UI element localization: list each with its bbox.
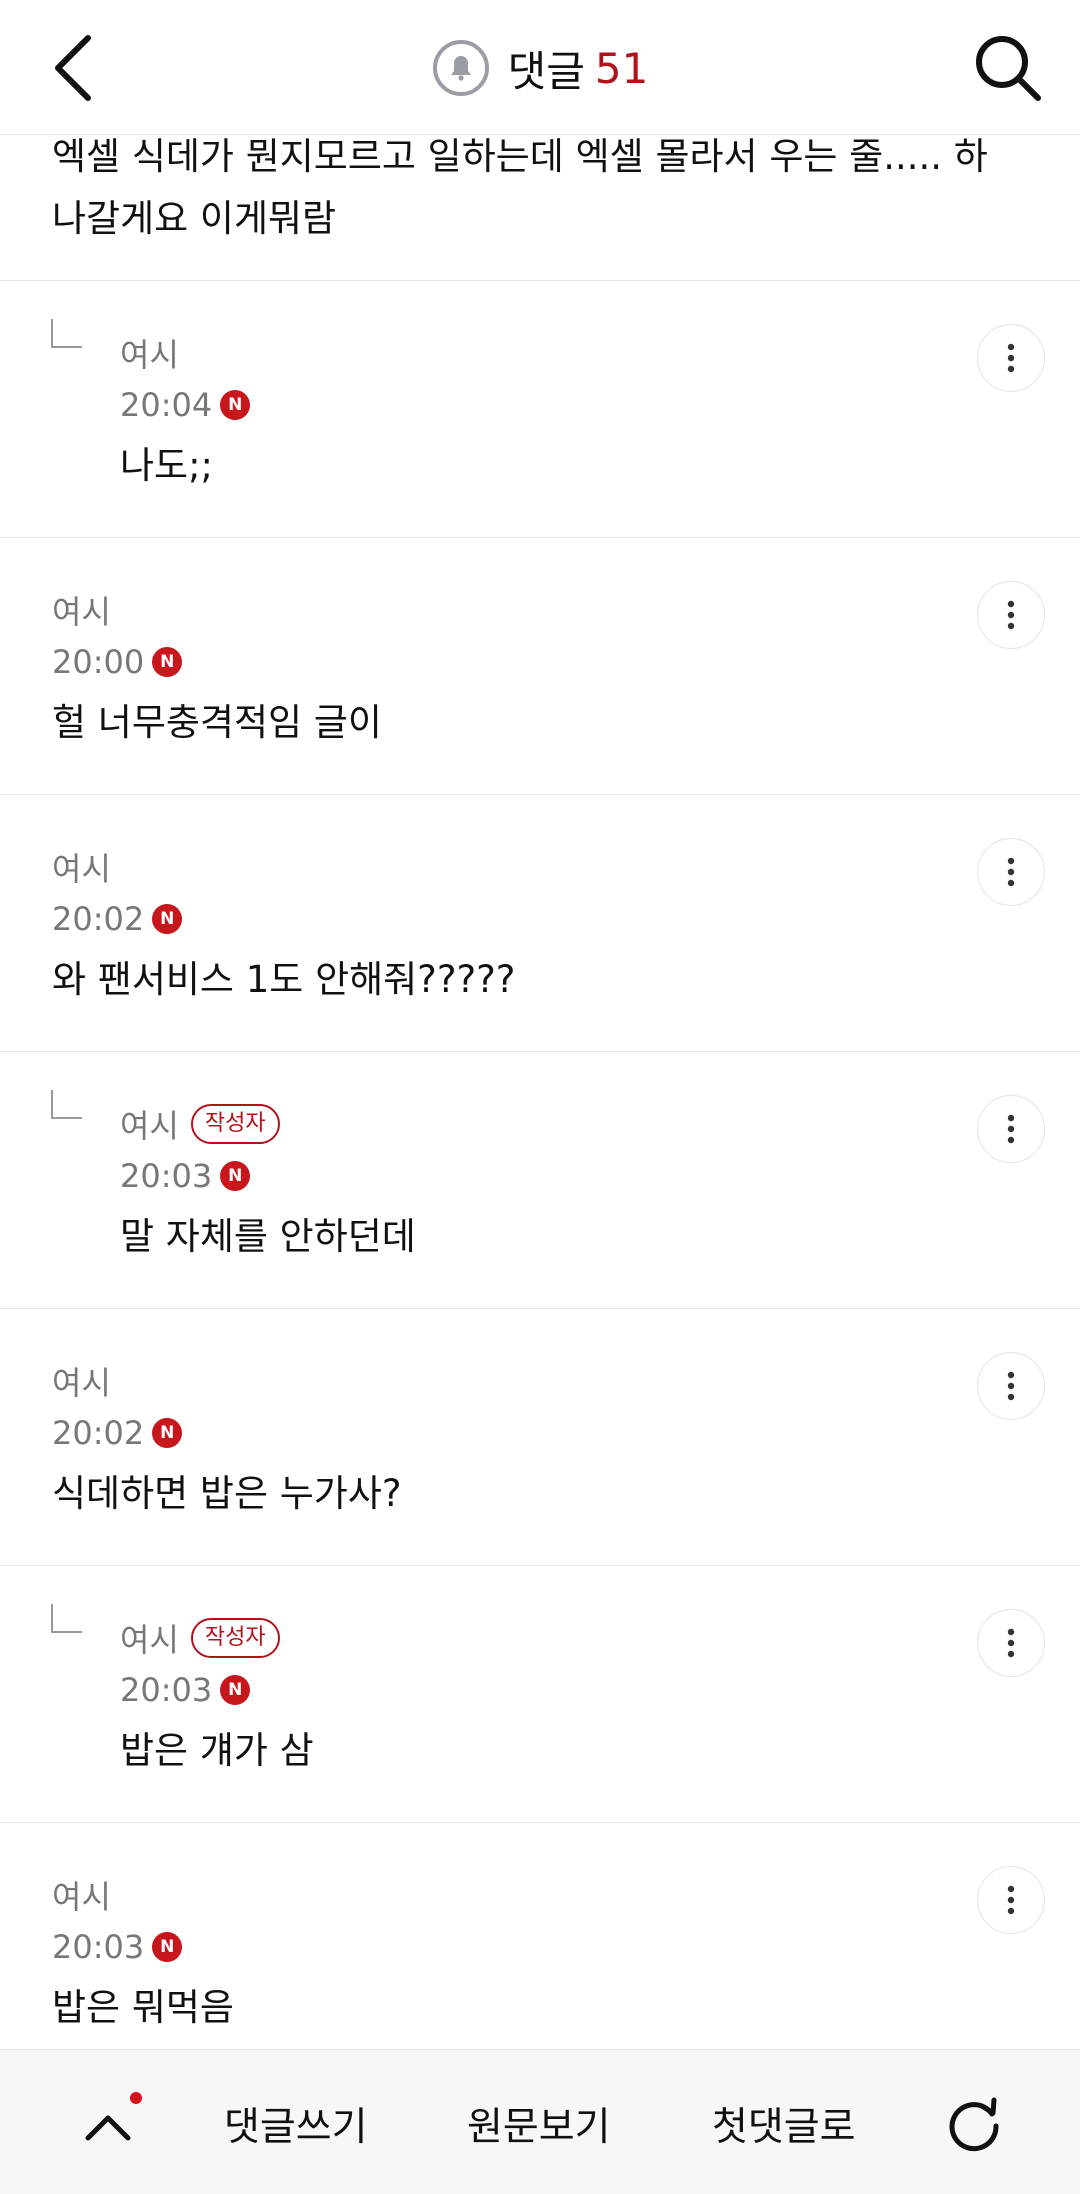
scroll-top-button[interactable]: [80, 2092, 142, 2150]
more-vertical-icon: [1007, 1114, 1015, 1144]
comment-time: 20:03: [120, 1157, 213, 1195]
search-icon: [976, 36, 1041, 101]
comment-time: 20:03: [52, 1928, 145, 1966]
author-row: 여시: [52, 845, 182, 889]
author-badge: 작성자: [190, 1104, 280, 1144]
author-name[interactable]: 여시: [52, 1358, 111, 1404]
time-row: 20:02 N: [52, 1411, 183, 1455]
reply-comment: 여시 작성자 20:03 N 밥은 걔가 삼: [0, 1566, 1080, 1823]
more-options-button[interactable]: [977, 581, 1045, 649]
time-row: 20:02 N: [52, 897, 183, 941]
more-vertical-icon: [1007, 857, 1015, 887]
comment-item: 여시 20:00 N 헐 너무충격적임 글이: [0, 538, 1080, 795]
more-vertical-icon: [1007, 1885, 1015, 1915]
comment-meta: 여시 20:03 N: [52, 1873, 183, 1969]
comment-meta: 여시 20:00 N: [52, 588, 183, 684]
bell-icon[interactable]: [432, 39, 490, 97]
comment-meta: 여시 20:02 N: [52, 1359, 183, 1455]
previous-comment-text: 엑셀 식데가 뭔지모르고 일하는데 엑셀 몰라서 우는 줄..... 하 나갈게…: [52, 135, 988, 240]
new-badge: N: [220, 1161, 251, 1191]
comment-item: 여시 20:02 N 와 팬서비스 1도 안해줘?????: [0, 795, 1080, 1052]
refresh-icon: [949, 2097, 999, 2152]
author-row: 여시: [52, 588, 182, 632]
comment-time: 20:03: [120, 1671, 213, 1709]
comment-text: 헐 너무충격적임 글이: [52, 701, 382, 744]
reply-indicator-icon: [51, 1604, 82, 1633]
comment-item: 여시 20:02 N 식데하면 밥은 누가사?: [0, 1309, 1080, 1566]
time-row: 20:04 N: [120, 383, 251, 427]
comment-time: 20:04: [120, 386, 213, 424]
author-row: 여시 작성자: [120, 1102, 280, 1146]
reply-indicator-icon: [51, 1090, 82, 1119]
new-badge: N: [152, 904, 183, 934]
comment-text: 밥은 뭐먹음: [52, 1986, 234, 2029]
time-row: 20:03 N: [120, 1154, 280, 1198]
comment-text: 와 팬서비스 1도 안해줘?????: [52, 958, 516, 1001]
comment-meta: 여시 작성자 20:03 N: [120, 1616, 280, 1712]
new-badge: N: [152, 1932, 183, 1962]
comment-time: 20:00: [52, 643, 145, 681]
page-title: 댓글: [507, 46, 585, 96]
search-button[interactable]: [968, 28, 1048, 108]
time-row: 20:03 N: [120, 1668, 280, 1712]
author-row: 여시: [52, 1359, 182, 1403]
comment-meta: 여시 20:04 N: [120, 331, 251, 427]
new-badge: N: [220, 390, 251, 420]
more-options-button[interactable]: [977, 1609, 1045, 1677]
bottom-bar: 댓글쓰기 원문보기 첫댓글로: [0, 2049, 1080, 2194]
comment-text: 식데하면 밥은 누가사?: [52, 1472, 402, 1515]
chevron-up-icon: [85, 2115, 131, 2141]
author-name[interactable]: 여시: [52, 1872, 111, 1918]
comment-text: 말 자체를 안하던데: [120, 1215, 416, 1258]
notification-dot: [130, 2092, 142, 2104]
author-name[interactable]: 여시: [120, 330, 179, 376]
more-options-button[interactable]: [977, 1095, 1045, 1163]
view-original-button[interactable]: 원문보기: [467, 2096, 611, 2152]
comment-count: 51: [594, 43, 649, 93]
comment-item: 여시 20:03 N 밥은 뭐먹음: [0, 1823, 1080, 2080]
reply-comment: 여시 작성자 20:03 N 말 자체를 안하던데: [0, 1052, 1080, 1309]
comment-list: 여시 20:04 N 나도;; 여시 20:00 N 헐 너무충격적임 글이 여시 20:02 N 와…: [0, 281, 1080, 2080]
author-name[interactable]: 여시: [52, 587, 111, 633]
comment-time: 20:02: [52, 1414, 145, 1452]
new-badge: N: [220, 1675, 251, 1705]
more-vertical-icon: [1007, 1371, 1015, 1401]
comment-text: 나도;;: [120, 444, 214, 487]
reply-indicator-icon: [51, 319, 82, 348]
more-vertical-icon: [1007, 600, 1015, 630]
refresh-button[interactable]: [944, 2092, 1004, 2152]
author-row: 여시: [120, 331, 250, 375]
more-vertical-icon: [1007, 343, 1015, 373]
reply-comment: 여시 20:04 N 나도;;: [0, 281, 1080, 538]
more-options-button[interactable]: [977, 324, 1045, 392]
more-options-button[interactable]: [977, 1352, 1045, 1420]
write-comment-button[interactable]: 댓글쓰기: [224, 2096, 368, 2152]
new-badge: N: [152, 647, 183, 677]
time-row: 20:03 N: [52, 1925, 183, 1969]
new-badge: N: [152, 1418, 183, 1448]
author-row: 여시 작성자: [120, 1616, 280, 1660]
author-name[interactable]: 여시: [120, 1101, 179, 1147]
more-options-button[interactable]: [977, 838, 1045, 906]
time-row: 20:00 N: [52, 640, 183, 684]
first-comment-button[interactable]: 첫댓글로: [712, 2096, 856, 2152]
comment-time: 20:02: [52, 900, 145, 938]
top-bar: 댓글 51: [0, 0, 1080, 135]
comment-meta: 여시 20:02 N: [52, 845, 183, 941]
author-row: 여시: [52, 1873, 182, 1917]
comment-meta: 여시 작성자 20:03 N: [120, 1102, 280, 1198]
more-vertical-icon: [1007, 1628, 1015, 1658]
author-name[interactable]: 여시: [52, 844, 111, 890]
more-options-button[interactable]: [977, 1866, 1045, 1934]
header-title-group: 댓글 51: [0, 38, 1080, 98]
comment-text: 밥은 걔가 삼: [120, 1729, 314, 1772]
author-badge: 작성자: [190, 1618, 280, 1658]
author-name[interactable]: 여시: [120, 1615, 179, 1661]
